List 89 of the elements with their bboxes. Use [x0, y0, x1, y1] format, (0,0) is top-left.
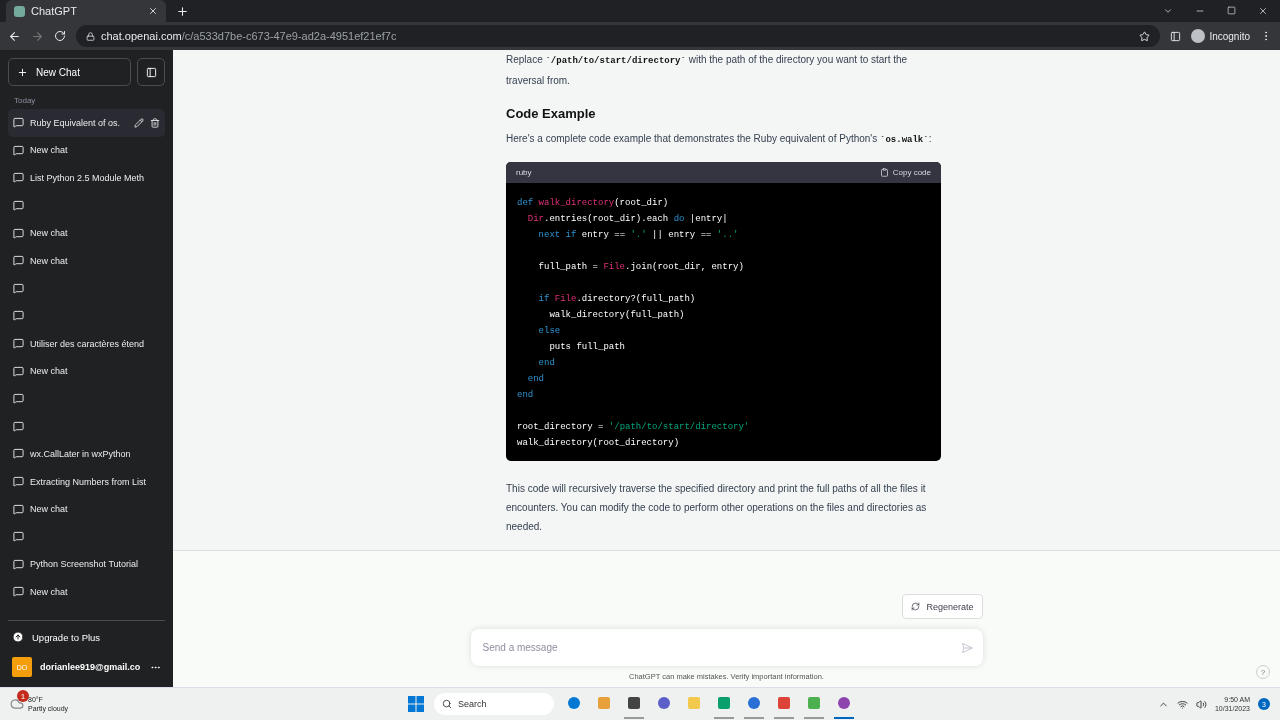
incognito-badge[interactable]: Incognito [1191, 29, 1250, 43]
maximize-icon[interactable] [1227, 6, 1236, 15]
chat-icon [13, 227, 24, 239]
code-line: end [537, 357, 556, 370]
tab-title: ChatGPT [31, 5, 78, 17]
section-heading: Code Example [506, 105, 597, 123]
upgrade-icon [12, 631, 24, 643]
chat-item[interactable]: New chat [8, 219, 165, 247]
chat-icon [13, 282, 24, 294]
chatgpt-logo-icon [14, 5, 25, 17]
chat-icon [13, 476, 24, 487]
chat-item[interactable]: New chat [8, 136, 165, 165]
chat-icon [13, 558, 24, 570]
chat-item[interactable]: New chat [8, 246, 165, 275]
url-path: /c/a533d7be-c673-47e9-ad2a-4951ef21ef7c [181, 30, 397, 42]
regenerate-button[interactable]: Regenerate [902, 594, 983, 619]
sidebar-toggle-button[interactable] [137, 58, 165, 86]
chat-icon [13, 117, 24, 129]
code-line: else [537, 325, 562, 338]
refresh-icon [911, 602, 921, 611]
chat-icon [13, 586, 24, 598]
new-tab-icon[interactable] [176, 5, 189, 18]
new-chat-button[interactable]: New Chat [8, 58, 131, 86]
bookmark-star-icon[interactable] [1139, 30, 1151, 42]
chat-icon [13, 531, 24, 543]
chat-icon [13, 310, 24, 322]
chat-icon [13, 365, 24, 377]
weather-icon[interactable] [10, 697, 24, 711]
message-text-field[interactable]: Send a message [480, 641, 961, 654]
side-panel-icon[interactable] [1170, 30, 1182, 42]
url-host: chat.openai.com [101, 30, 182, 42]
plus-icon [17, 66, 28, 78]
close-icon[interactable] [148, 6, 158, 16]
taskbar-search[interactable]: Search [434, 693, 554, 715]
chat-item[interactable]: New chat [8, 357, 165, 385]
chat-item[interactable]: New chat [8, 578, 165, 606]
code-line: end [517, 389, 535, 402]
chat-icon [13, 255, 24, 267]
delete-icon[interactable] [150, 117, 160, 128]
start-icon[interactable] [408, 696, 424, 712]
weather-badge: 1 [17, 690, 29, 702]
chat-icon [13, 503, 24, 515]
chat-item[interactable]: New chat [8, 495, 165, 523]
chat-item[interactable]: wx.CallLater in wxPython [8, 440, 165, 468]
search-icon [442, 699, 452, 709]
chat-icon [13, 200, 24, 212]
code-line: walk_directory(full_path) [548, 309, 686, 322]
chat-icon [13, 448, 24, 460]
volume-icon[interactable] [1195, 698, 1207, 710]
copy-code-button[interactable]: Copy code [879, 168, 931, 177]
code-language: ruby [516, 167, 532, 179]
edit-icon[interactable] [134, 117, 144, 128]
network-icon[interactable] [1176, 698, 1188, 710]
back-icon[interactable] [8, 29, 21, 43]
user-email[interactable]: dorianlee919@gmail.co [40, 662, 142, 672]
code-line: full_path = File.join(root_dir, entry) [537, 261, 745, 274]
chat-icon [13, 144, 24, 156]
code-line: puts full_path [548, 341, 627, 354]
code-line: next if entry == '.' || entry == '..' [537, 229, 740, 242]
message-paragraph: Replace `/path/to/start/directory` with the path of the directory you want to start the traversal from. [506, 53, 909, 88]
chat-item[interactable]: Extracting Numbers from List [8, 467, 165, 496]
chat-item[interactable]: Utiliser des caractères étend [8, 329, 165, 358]
section-label: Today [13, 95, 37, 107]
close-icon[interactable] [1258, 6, 1268, 16]
code-line: walk_directory(root_directory) [517, 437, 681, 450]
address-bar[interactable]: chat.openai.com/c/a533d7be-c673-47e9-ad2a-4951ef21ef7c [76, 25, 1161, 47]
lock-icon [86, 31, 95, 41]
code-line: if File.directory?(full_path) [537, 293, 697, 306]
code-line: Dir.entries(root_dir).each do |entry| [526, 213, 729, 226]
chat-icon [13, 172, 24, 184]
message-input[interactable]: Send a message [470, 629, 983, 666]
reload-icon[interactable] [54, 30, 66, 42]
chat-item[interactable]: Ruby Equivalent of os. [8, 109, 165, 137]
code-line: root_directory = '/path/to/start/directory' [517, 421, 751, 434]
upgrade-link[interactable]: Upgrade to Plus [8, 627, 165, 647]
clipboard-icon [879, 168, 889, 177]
code-line: def walk_directory(root_dir) [517, 197, 670, 210]
chat-icon [13, 393, 24, 405]
incognito-icon [1191, 29, 1206, 43]
chat-item[interactable]: Python Screenshot Tutorial [8, 550, 165, 579]
chat-item[interactable]: List Python 2.5 Module Meth [8, 164, 165, 192]
tab-search-icon[interactable] [1163, 6, 1173, 16]
code-line: end [526, 373, 545, 386]
chat-icon [13, 338, 24, 350]
message-paragraph: This code will recursively traverse the specified directory and print the full paths of all the files it encounters. You can modify the code to perform other operations on the files and directories as needed. [506, 482, 928, 534]
sidebar-icon [145, 66, 157, 78]
browser-tab[interactable]: ChatGPT [6, 0, 166, 22]
forward-icon[interactable] [31, 29, 44, 43]
chat-icon [13, 420, 24, 432]
